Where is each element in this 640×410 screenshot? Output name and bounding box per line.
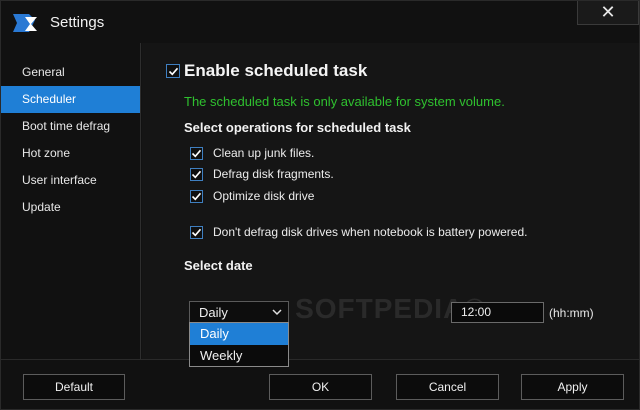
battery-skip-checkbox[interactable] [190, 226, 203, 239]
settings-window: Settings ✕ General Scheduler Boot time d… [0, 0, 640, 410]
defrag-fragments-checkbox[interactable] [190, 168, 203, 181]
sidebar-item-general[interactable]: General [1, 59, 140, 86]
frequency-option-daily[interactable]: Daily [190, 323, 288, 345]
defrag-fragments-label[interactable]: Defrag disk fragments. [213, 167, 334, 181]
footer-bar: Default OK Cancel Apply [1, 359, 639, 409]
optimize-drive-checkbox[interactable] [190, 190, 203, 203]
time-format-hint: (hh:mm) [549, 306, 594, 320]
default-button[interactable]: Default [23, 374, 125, 400]
scheduler-panel: SOFTPEDIA® Enable scheduled task The sch… [142, 43, 639, 367]
checkmark-icon [191, 149, 202, 158]
clean-junk-checkbox[interactable] [190, 147, 203, 160]
frequency-option-weekly[interactable]: Weekly [190, 345, 288, 367]
app-logo-icon [13, 14, 37, 32]
window-title: Settings [50, 14, 105, 31]
battery-skip-label[interactable]: Don't defrag disk drives when notebook i… [213, 225, 527, 239]
sidebar-item-hot-zone[interactable]: Hot zone [1, 140, 140, 167]
sidebar-item-scheduler[interactable]: Scheduler [1, 86, 140, 113]
checkmark-icon [168, 67, 178, 75]
checkmark-icon [191, 170, 202, 179]
chevron-down-icon [272, 309, 282, 316]
close-icon: ✕ [600, 2, 616, 22]
frequency-select[interactable]: Daily [189, 301, 289, 323]
enable-scheduled-task-checkbox[interactable] [166, 64, 180, 78]
enable-scheduled-task-label[interactable]: Enable scheduled task [184, 61, 367, 81]
time-input[interactable]: 12:00 [451, 302, 544, 323]
title-bar: Settings ✕ [1, 1, 639, 43]
sidebar-item-boot-time-defrag[interactable]: Boot time defrag [1, 113, 140, 140]
checkmark-icon [191, 228, 202, 237]
sidebar: General Scheduler Boot time defrag Hot z… [1, 43, 141, 359]
cancel-button[interactable]: Cancel [396, 374, 499, 400]
sidebar-item-user-interface[interactable]: User interface [1, 167, 140, 194]
select-date-heading: Select date [184, 258, 253, 273]
info-message: The scheduled task is only available for… [184, 94, 505, 109]
frequency-select-value: Daily [199, 305, 228, 320]
operations-heading: Select operations for scheduled task [184, 120, 411, 135]
apply-button[interactable]: Apply [521, 374, 624, 400]
ok-button[interactable]: OK [269, 374, 372, 400]
frequency-dropdown-list: Daily Weekly [189, 322, 289, 367]
checkmark-icon [191, 192, 202, 201]
clean-junk-label[interactable]: Clean up junk files. [213, 146, 314, 160]
sidebar-item-update[interactable]: Update [1, 194, 140, 221]
optimize-drive-label[interactable]: Optimize disk drive [213, 189, 314, 203]
close-button[interactable]: ✕ [577, 1, 639, 25]
